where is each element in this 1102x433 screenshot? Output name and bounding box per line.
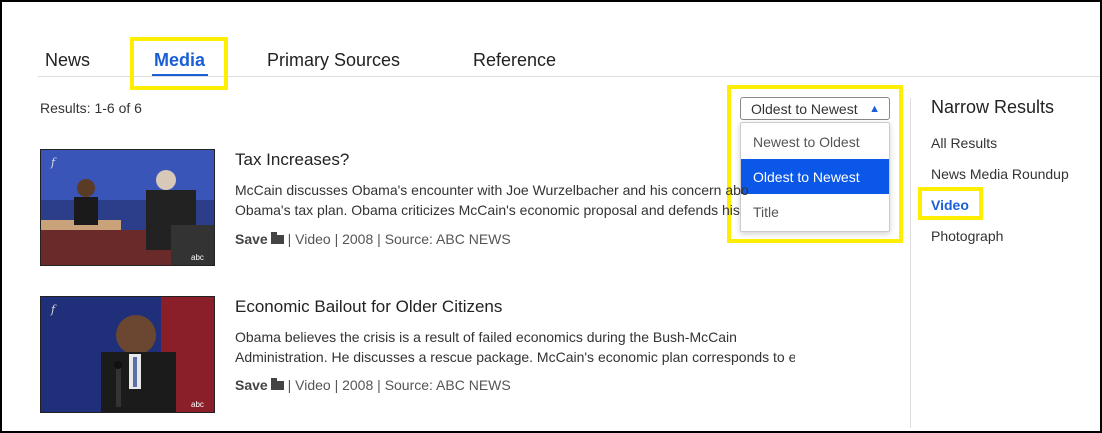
facet-all-results[interactable]: All Results — [931, 135, 997, 151]
save-button[interactable]: Save — [235, 231, 284, 247]
video-thumbnail[interactable]: f abc — [40, 296, 215, 413]
media-type: Video — [295, 377, 331, 393]
tab-news[interactable]: News — [45, 50, 90, 71]
result-title-link[interactable]: Tax Increases? — [235, 150, 349, 170]
year: 2008 — [342, 377, 374, 393]
result-description: McCain discusses Obama's encounter with … — [235, 180, 795, 220]
svg-text:abc: abc — [191, 253, 204, 262]
source: Source: ABC NEWS — [384, 377, 511, 393]
result-meta: Save | Video | 2008 | Source: ABC NEWS — [235, 231, 511, 247]
folder-icon — [270, 232, 284, 244]
description-line: Obama believes the crisis is a result of… — [235, 329, 737, 345]
video-thumbnail[interactable]: f abc — [40, 149, 215, 266]
results-count: Results: 1-6 of 6 — [40, 100, 142, 116]
description-line: Administration. He discusses a rescue pa… — [235, 349, 795, 365]
facet-photograph[interactable]: Photograph — [931, 228, 1003, 244]
year: 2008 — [342, 231, 374, 247]
result-title-link[interactable]: Economic Bailout for Older Citizens — [235, 297, 502, 317]
svg-text:abc: abc — [191, 400, 204, 409]
media-type: Video — [295, 231, 331, 247]
sidebar-divider — [910, 98, 911, 428]
tab-reference[interactable]: Reference — [473, 50, 556, 71]
highlight-box-media-tab — [130, 37, 228, 90]
facet-news-media-roundup[interactable]: News Media Roundup — [931, 166, 1069, 182]
folder-icon — [270, 378, 284, 390]
highlight-box-video-facet — [918, 187, 983, 220]
source: Source: ABC NEWS — [384, 231, 511, 247]
description-line: Obama's tax plan. Obama criticizes McCai… — [235, 202, 740, 218]
tab-primary-sources[interactable]: Primary Sources — [267, 50, 400, 71]
result-description: Obama believes the crisis is a result of… — [235, 327, 795, 367]
save-button[interactable]: Save — [235, 377, 284, 393]
debate-scene-image: f abc — [41, 297, 214, 412]
result-meta: Save | Video | 2008 | Source: ABC NEWS — [235, 377, 511, 393]
debate-scene-image: f abc — [41, 150, 214, 265]
narrow-results-title: Narrow Results — [931, 97, 1055, 117]
description-line: McCain discusses Obama's encounter with … — [235, 182, 749, 198]
